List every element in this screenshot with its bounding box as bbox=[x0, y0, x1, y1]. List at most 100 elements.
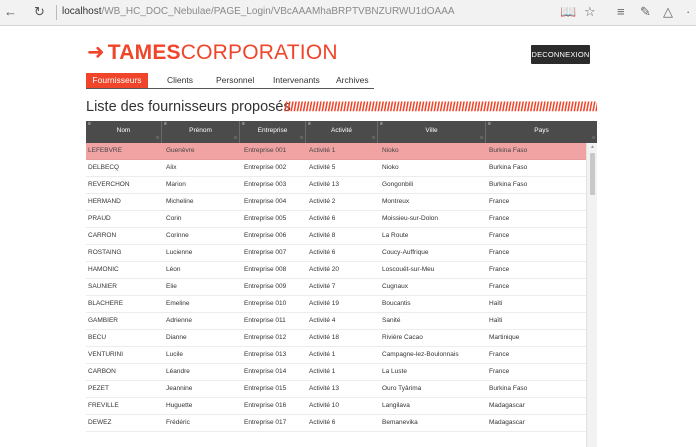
tab-clients[interactable]: Clients bbox=[167, 73, 193, 88]
sort-icon[interactable]: ○ bbox=[300, 136, 303, 141]
tab-intervenants[interactable]: Intervenants bbox=[273, 73, 320, 88]
refresh-icon[interactable]: ↻ bbox=[34, 4, 45, 20]
cell-pays: France bbox=[489, 351, 510, 358]
column-menu-icon[interactable]: ≡ bbox=[164, 122, 167, 127]
sort-icon[interactable]: ○ bbox=[372, 136, 375, 141]
logout-button[interactable]: DECONNEXION bbox=[531, 45, 590, 64]
cell-entreprise: Entreprise 012 bbox=[244, 334, 287, 341]
logo-arrow-icon: ➜ bbox=[87, 41, 105, 64]
cell-nom: PRAUD bbox=[88, 215, 111, 222]
cell-nom: HAMONIC bbox=[88, 266, 119, 273]
table-row[interactable]: REVERCHON Marion Entreprise 003 Activité 13… bbox=[86, 177, 586, 194]
table-row[interactable]: FREVILLE Huguette Entreprise 016 Activité 1… bbox=[86, 398, 586, 415]
table-row[interactable]: BECU Dianne Entreprise 012 Activité 18 Riviè… bbox=[86, 330, 586, 347]
cell-entreprise: Entreprise 017 bbox=[244, 419, 287, 426]
cell-nom: REVERCHON bbox=[88, 181, 130, 188]
table-row[interactable]: GAMBIER Adrienne Entreprise 011 Activité 4 S… bbox=[86, 313, 586, 330]
column-menu-icon[interactable]: ≡ bbox=[488, 122, 491, 127]
column-header-prenom[interactable]: ≡ Prénom ○ bbox=[162, 121, 240, 143]
column-header-ville[interactable]: ≡ Ville ○ bbox=[378, 121, 486, 143]
cell-ville: Rivière Cacao bbox=[382, 334, 423, 341]
toolbar-divider bbox=[56, 5, 57, 20]
cell-ville: Boucantis bbox=[382, 300, 411, 307]
column-menu-icon[interactable]: ≡ bbox=[380, 122, 383, 127]
cell-prenom: Elie bbox=[166, 283, 177, 290]
column-header-entreprise[interactable]: ≡ Entreprise ○ bbox=[240, 121, 306, 143]
cell-ville: Gongonbili bbox=[382, 181, 414, 188]
cell-nom: DEWEZ bbox=[88, 419, 112, 426]
more-icon[interactable]: · bbox=[686, 4, 690, 20]
column-label: Pays bbox=[534, 127, 549, 134]
sort-icon[interactable]: ○ bbox=[592, 136, 595, 141]
cell-ville: Montreux bbox=[382, 198, 410, 205]
column-menu-icon[interactable]: ≡ bbox=[88, 122, 91, 127]
sort-icon[interactable]: ○ bbox=[480, 136, 483, 141]
cell-pays: Burkina Faso bbox=[489, 385, 528, 392]
column-label: Entreprise bbox=[257, 127, 288, 134]
cell-ville: La Luste bbox=[382, 368, 407, 375]
back-icon[interactable]: ← bbox=[4, 4, 17, 20]
hub-icon[interactable]: ≡ bbox=[617, 4, 625, 20]
table-row[interactable]: CARRON Corinne Entreprise 006 Activité 8 La … bbox=[86, 228, 586, 245]
column-header-pays[interactable]: ≡ Pays ○ bbox=[486, 121, 597, 143]
url-path: /WB_HC_DOC_Nebulae/PAGE_Login/VBcAAAMhaB… bbox=[101, 6, 455, 17]
cell-pays: France bbox=[489, 283, 510, 290]
cell-ville: Bemanevika bbox=[382, 419, 418, 426]
sort-icon[interactable]: ○ bbox=[156, 136, 159, 141]
cell-activite: Activité 20 bbox=[309, 266, 339, 273]
favorite-star-icon[interactable]: ☆ bbox=[584, 4, 596, 20]
column-menu-icon[interactable]: ≡ bbox=[242, 122, 245, 127]
scrollbar-thumb[interactable] bbox=[590, 153, 595, 195]
cell-nom: DELBECQ bbox=[88, 164, 120, 171]
cell-pays: Madagascar bbox=[489, 402, 525, 409]
cell-entreprise: Entreprise 008 bbox=[244, 266, 287, 273]
cell-ville: Coucy-Auffrique bbox=[382, 249, 429, 256]
address-bar[interactable]: localhost/WB_HC_DOC_Nebulae/PAGE_Login/V… bbox=[62, 6, 455, 18]
table-row[interactable]: SAUNIER Elie Entreprise 009 Activité 7 Cugna… bbox=[86, 279, 586, 296]
table-scrollbar[interactable]: ▲ bbox=[586, 143, 597, 447]
cell-pays: Haïti bbox=[489, 300, 503, 307]
column-header-nom[interactable]: ≡ Nom ○ bbox=[86, 121, 162, 143]
cell-entreprise: Entreprise 001 bbox=[244, 147, 287, 154]
cell-prenom: Léon bbox=[166, 266, 181, 273]
cell-entreprise: Entreprise 016 bbox=[244, 402, 287, 409]
table-body: LEFEBVRE Guenèvre Entreprise 001 Activité 1… bbox=[86, 143, 586, 432]
table-row[interactable]: CARBON Léandre Entreprise 014 Activité 1 La … bbox=[86, 364, 586, 381]
table-row[interactable]: LEFEBVRE Guenèvre Entreprise 001 Activité 1… bbox=[86, 143, 586, 160]
cell-ville: Nioko bbox=[382, 164, 399, 171]
table-row[interactable]: PRAUD Corin Entreprise 005 Activité 6 Moissi… bbox=[86, 211, 586, 228]
tab-fournisseurs[interactable]: Fournisseurs bbox=[86, 73, 148, 88]
table-row[interactable]: DEWEZ Frédéric Entreprise 017 Activité 6 Bem… bbox=[86, 415, 586, 432]
column-header-activite[interactable]: ≡ Activité ○ bbox=[306, 121, 378, 143]
cell-ville: Nioko bbox=[382, 147, 399, 154]
tab-personnel[interactable]: Personnel bbox=[216, 73, 254, 88]
web-note-icon[interactable]: ✎ bbox=[640, 4, 651, 20]
tab-archives[interactable]: Archives bbox=[336, 73, 369, 88]
table-row[interactable]: HAMONIC Léon Entreprise 008 Activité 20 Losc… bbox=[86, 262, 586, 279]
cell-entreprise: Entreprise 011 bbox=[244, 317, 286, 324]
table-row[interactable]: HERMAND Micheline Entreprise 004 Activité 2… bbox=[86, 194, 586, 211]
cell-nom: ROSTAING bbox=[88, 249, 122, 256]
table-row[interactable]: DELBECQ Alix Entreprise 002 Activité 5 Nioko… bbox=[86, 160, 586, 177]
cell-activite: Activité 6 bbox=[309, 215, 336, 222]
table-row[interactable]: ROSTAING Lucienne Entreprise 007 Activité 6… bbox=[86, 245, 586, 262]
table-row[interactable]: VENTURINI Lucile Entreprise 013 Activité 1 C… bbox=[86, 347, 586, 364]
column-label: Ville bbox=[425, 127, 438, 134]
cell-activite: Activité 1 bbox=[309, 147, 336, 154]
company-logo: ➜ TAMESCORPORATION bbox=[87, 42, 338, 64]
scroll-up-icon[interactable]: ▲ bbox=[590, 145, 595, 150]
cell-prenom: Micheline bbox=[166, 198, 194, 205]
cell-nom: CARRON bbox=[88, 232, 117, 239]
share-icon[interactable]: △ bbox=[663, 4, 673, 20]
table-row[interactable]: BLACHERE Emeline Entreprise 010 Activité 19… bbox=[86, 296, 586, 313]
table-row[interactable]: PEZET Jeannine Entreprise 015 Activité 13 Ou… bbox=[86, 381, 586, 398]
sort-icon[interactable]: ○ bbox=[234, 136, 237, 141]
cell-ville: Loscouët-sur-Meu bbox=[382, 266, 435, 273]
cell-activite: Activité 8 bbox=[309, 232, 336, 239]
cell-pays: Burkina Faso bbox=[489, 181, 528, 188]
logo-thin-text: CORPORATION bbox=[180, 41, 338, 64]
column-menu-icon[interactable]: ≡ bbox=[308, 122, 311, 127]
cell-prenom: Jeannine bbox=[166, 385, 193, 392]
reading-view-icon[interactable]: 📖 bbox=[560, 4, 576, 20]
cell-pays: France bbox=[489, 215, 510, 222]
